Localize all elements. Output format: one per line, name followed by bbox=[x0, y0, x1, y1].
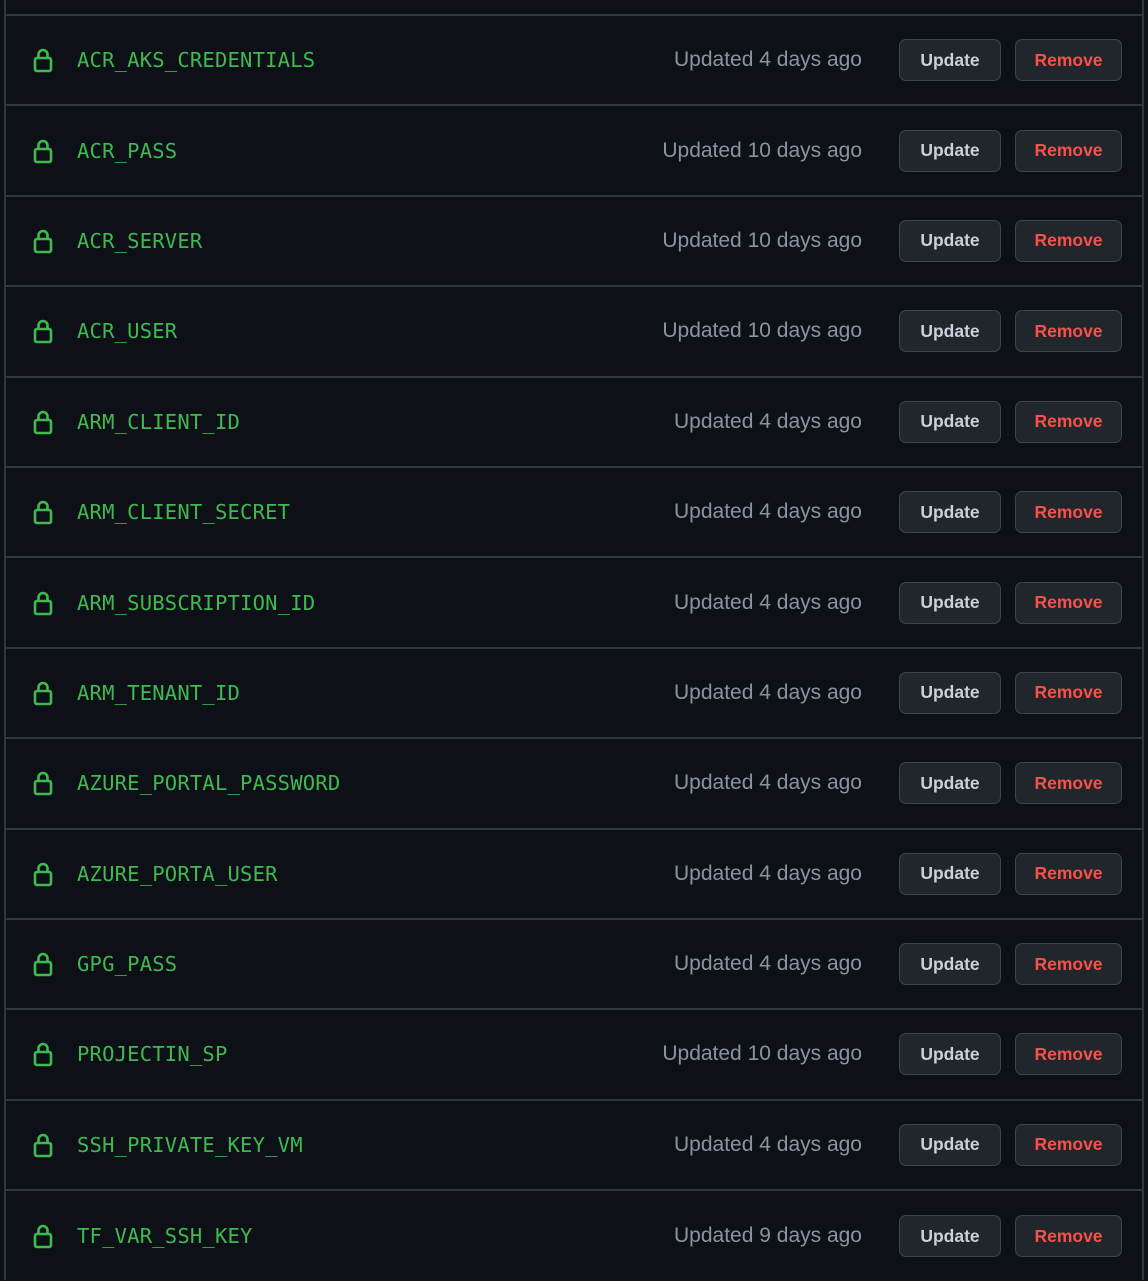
lock-icon bbox=[32, 1132, 54, 1158]
lock-icon bbox=[32, 228, 54, 254]
update-secret-button[interactable]: Update bbox=[899, 1215, 1001, 1258]
lock-icon bbox=[32, 1223, 54, 1249]
remove-secret-button[interactable]: Remove bbox=[1015, 400, 1122, 443]
secret-name: TF_VAR_SSH_KEY bbox=[77, 1224, 253, 1249]
update-secret-button[interactable]: Update bbox=[899, 762, 1001, 805]
secret-name: SSH_PRIVATE_KEY_VM bbox=[77, 1132, 303, 1157]
lock-icon bbox=[32, 318, 54, 344]
secret-name: ARM_SUBSCRIPTION_ID bbox=[77, 590, 316, 615]
remove-secret-button[interactable]: Remove bbox=[1015, 671, 1122, 714]
secret-updated-time: Updated 4 days ago bbox=[674, 590, 862, 614]
update-secret-button[interactable]: Update bbox=[899, 39, 1001, 82]
remove-secret-button[interactable]: Remove bbox=[1015, 129, 1122, 172]
secret-name: AZURE_PORTA_USER bbox=[77, 861, 278, 886]
secret-row: ARM_TENANT_ID Updated 4 days ago Update … bbox=[6, 649, 1142, 740]
secret-updated-time: Updated 4 days ago bbox=[674, 409, 862, 433]
lock-icon bbox=[32, 680, 54, 706]
secret-updated-time: Updated 10 days ago bbox=[662, 228, 862, 252]
remove-secret-button[interactable]: Remove bbox=[1015, 310, 1122, 353]
remove-secret-button[interactable]: Remove bbox=[1015, 1033, 1122, 1076]
secret-updated-time: Updated 4 days ago bbox=[674, 680, 862, 704]
secret-name: ACR_AKS_CREDENTIALS bbox=[77, 48, 316, 73]
secret-row: ARM_CLIENT_ID Updated 4 days ago Update … bbox=[6, 378, 1142, 468]
lock-icon bbox=[32, 861, 54, 887]
lock-icon bbox=[32, 409, 54, 435]
secret-updated-time: Updated 9 days ago bbox=[674, 1224, 862, 1248]
secret-name: ACR_USER bbox=[77, 319, 178, 344]
update-secret-button[interactable]: Update bbox=[899, 400, 1001, 443]
repository-secrets-list: ACR_AKS_CREDENTIALS Updated 4 days ago U… bbox=[4, 14, 1144, 1280]
remove-secret-button[interactable]: Remove bbox=[1015, 852, 1122, 895]
secret-updated-time: Updated 4 days ago bbox=[674, 952, 862, 976]
secret-updated-time: Updated 4 days ago bbox=[674, 48, 862, 72]
secret-row: ACR_SERVER Updated 10 days ago Update Re… bbox=[6, 197, 1142, 288]
update-secret-button[interactable]: Update bbox=[899, 943, 1001, 986]
remove-secret-button[interactable]: Remove bbox=[1015, 39, 1122, 82]
update-secret-button[interactable]: Update bbox=[899, 491, 1001, 534]
update-secret-button[interactable]: Update bbox=[899, 129, 1001, 172]
secret-updated-time: Updated 10 days ago bbox=[662, 138, 862, 162]
secret-name: ARM_CLIENT_SECRET bbox=[77, 500, 291, 525]
remove-secret-button[interactable]: Remove bbox=[1015, 491, 1122, 534]
remove-secret-button[interactable]: Remove bbox=[1015, 1123, 1122, 1166]
remove-secret-button[interactable]: Remove bbox=[1015, 943, 1122, 986]
secret-row: ARM_SUBSCRIPTION_ID Updated 4 days ago U… bbox=[6, 558, 1142, 649]
list-top-edge bbox=[4, 0, 1144, 14]
secret-row: AZURE_PORTAL_PASSWORD Updated 4 days ago… bbox=[6, 739, 1142, 830]
update-secret-button[interactable]: Update bbox=[899, 1123, 1001, 1166]
update-secret-button[interactable]: Update bbox=[899, 1033, 1001, 1076]
secret-updated-time: Updated 4 days ago bbox=[674, 1132, 862, 1156]
lock-icon bbox=[32, 770, 54, 796]
update-secret-button[interactable]: Update bbox=[899, 310, 1001, 353]
secret-name: AZURE_PORTAL_PASSWORD bbox=[77, 771, 341, 796]
update-secret-button[interactable]: Update bbox=[899, 852, 1001, 895]
lock-icon bbox=[32, 1041, 54, 1067]
secret-name: ACR_SERVER bbox=[77, 228, 203, 253]
secret-row: ACR_USER Updated 10 days ago Update Remo… bbox=[6, 287, 1142, 378]
secret-row: GPG_PASS Updated 4 days ago Update Remov… bbox=[6, 920, 1142, 1011]
secret-name: ARM_CLIENT_ID bbox=[77, 409, 241, 434]
secret-row: ACR_PASS Updated 10 days ago Update Remo… bbox=[6, 106, 1142, 197]
secret-name: ARM_TENANT_ID bbox=[77, 680, 241, 705]
update-secret-button[interactable]: Update bbox=[899, 671, 1001, 714]
secret-updated-time: Updated 4 days ago bbox=[674, 500, 862, 524]
lock-icon bbox=[32, 138, 54, 164]
secret-updated-time: Updated 10 days ago bbox=[662, 1042, 862, 1066]
update-secret-button[interactable]: Update bbox=[899, 219, 1001, 262]
lock-icon bbox=[32, 47, 54, 73]
remove-secret-button[interactable]: Remove bbox=[1015, 219, 1122, 262]
secret-row: TF_VAR_SSH_KEY Updated 9 days ago Update… bbox=[6, 1191, 1142, 1281]
remove-secret-button[interactable]: Remove bbox=[1015, 1215, 1122, 1258]
secret-updated-time: Updated 10 days ago bbox=[662, 319, 862, 343]
secret-name: GPG_PASS bbox=[77, 952, 178, 977]
secret-row: PROJECTIN_SP Updated 10 days ago Update … bbox=[6, 1010, 1142, 1101]
remove-secret-button[interactable]: Remove bbox=[1015, 581, 1122, 624]
lock-icon bbox=[32, 499, 54, 525]
secret-updated-time: Updated 4 days ago bbox=[674, 771, 862, 795]
secret-name: PROJECTIN_SP bbox=[77, 1042, 228, 1067]
lock-icon bbox=[32, 951, 54, 977]
remove-secret-button[interactable]: Remove bbox=[1015, 762, 1122, 805]
secret-updated-time: Updated 4 days ago bbox=[674, 861, 862, 885]
lock-icon bbox=[32, 590, 54, 616]
secret-row: AZURE_PORTA_USER Updated 4 days ago Upda… bbox=[6, 830, 1142, 920]
update-secret-button[interactable]: Update bbox=[899, 581, 1001, 624]
secret-row: ACR_AKS_CREDENTIALS Updated 4 days ago U… bbox=[6, 16, 1142, 107]
secret-row: ARM_CLIENT_SECRET Updated 4 days ago Upd… bbox=[6, 468, 1142, 559]
secret-row: SSH_PRIVATE_KEY_VM Updated 4 days ago Up… bbox=[6, 1101, 1142, 1192]
secret-name: ACR_PASS bbox=[77, 138, 178, 163]
